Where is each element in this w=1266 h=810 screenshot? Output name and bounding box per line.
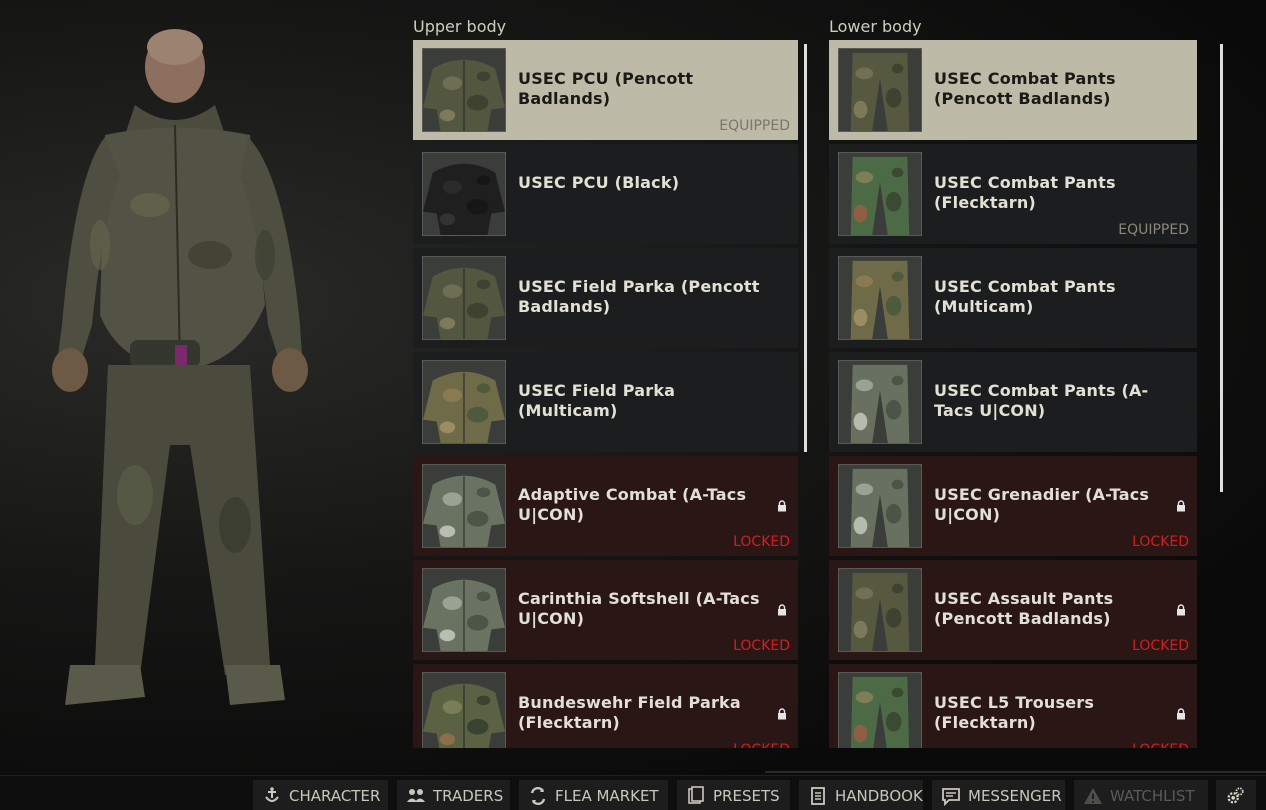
outfit-item[interactable]: USEC Combat Pants (Multicam): [829, 248, 1197, 348]
lock-icon: [777, 604, 787, 616]
outfit-item[interactable]: USEC PCU (Black): [413, 144, 798, 244]
lower-body-title: Lower body: [829, 17, 922, 36]
upper-body-title: Upper body: [413, 17, 507, 36]
locked-label: LOCKED: [733, 742, 790, 748]
locked-label: LOCKED: [733, 534, 790, 550]
outfit-thumbnail: [838, 464, 922, 548]
nav-label: TRADERS: [433, 786, 504, 805]
warning-icon: [1082, 785, 1104, 807]
upper-body-scrollbar[interactable]: [804, 44, 807, 452]
divider: [765, 771, 1266, 773]
nav-label: HANDBOOK: [835, 786, 923, 805]
outfit-thumbnail: [422, 48, 506, 132]
outfit-thumbnail: [838, 152, 922, 236]
lower-body-scrollbar[interactable]: [1220, 44, 1223, 492]
presets-icon: [685, 785, 707, 807]
locked-label: LOCKED: [733, 638, 790, 654]
outfit-name: Carinthia Softshell (A-Tacs U|CON): [518, 589, 760, 628]
outfit-name: USEC Field Parka (Multicam): [518, 381, 676, 420]
outfit-thumbnail: [422, 568, 506, 652]
equipped-label: EQUIPPED: [1118, 222, 1189, 238]
outfit-item[interactable]: USEC Grenadier (A-Tacs U|CON) LOCKED: [829, 456, 1197, 556]
outfit-item[interactable]: Carinthia Softshell (A-Tacs U|CON) LOCKED: [413, 560, 798, 660]
outfit-thumbnail: [838, 256, 922, 340]
outfit-thumbnail: [422, 464, 506, 548]
flea-market-icon: [527, 785, 549, 807]
outfit-item[interactable]: USEC Combat Pants (Pencott Badlands): [829, 40, 1197, 140]
gear-icon: [1224, 785, 1246, 807]
nav-label: MESSENGER: [968, 786, 1062, 805]
lock-icon: [777, 708, 787, 720]
nav-label: WATCHLIST: [1110, 786, 1195, 805]
locked-label: LOCKED: [1132, 742, 1189, 748]
upper-body-list: USEC PCU (Pencott Badlands) EQUIPPED USEC…: [413, 40, 808, 748]
handbook-icon: [807, 785, 829, 807]
nav-label: FLEA MARKET: [555, 786, 659, 805]
outfit-name: USEC PCU (Black): [518, 173, 680, 192]
nav-flea-market-button[interactable]: FLEA MARKET: [519, 780, 668, 810]
lock-icon: [1176, 500, 1186, 512]
lock-icon: [777, 500, 787, 512]
character-icon: [261, 785, 283, 807]
outfit-item[interactable]: USEC L5 Trousers (Flecktarn) LOCKED: [829, 664, 1197, 748]
outfit-item[interactable]: Bundeswehr Field Parka (Flecktarn) LOCKED: [413, 664, 798, 748]
character-model: [40, 25, 320, 715]
outfit-name: USEC Assault Pants (Pencott Badlands): [934, 589, 1114, 628]
outfit-name: Bundeswehr Field Parka (Flecktarn): [518, 693, 741, 732]
nav-handbook-button[interactable]: HANDBOOK: [799, 780, 923, 810]
outfit-thumbnail: [838, 360, 922, 444]
nav-watchlist-button[interactable]: WATCHLIST: [1074, 780, 1208, 810]
outfit-name: USEC Combat Pants (Flecktarn): [934, 173, 1116, 212]
settings-button[interactable]: [1216, 780, 1256, 810]
outfit-item[interactable]: USEC Combat Pants (Flecktarn) EQUIPPED: [829, 144, 1197, 244]
outfit-name: USEC Combat Pants (Pencott Badlands): [934, 69, 1116, 108]
outfit-thumbnail: [838, 672, 922, 748]
outfit-thumbnail: [422, 672, 506, 748]
lower-body-column: Lower body USEC Combat Pants (Pencott Ba…: [829, 14, 1224, 748]
nav-traders-button[interactable]: TRADERS: [397, 780, 510, 810]
nav-messenger-button[interactable]: MESSENGER: [932, 780, 1065, 810]
locked-label: LOCKED: [1132, 638, 1189, 654]
locked-label: LOCKED: [1132, 534, 1189, 550]
outfit-name: USEC Combat Pants (A-Tacs U|CON): [934, 381, 1149, 420]
bottom-navbar: CHARACTER TRADERS FLEA MARKET PRESETS HANDBO…: [0, 775, 1266, 810]
outfit-name: Adaptive Combat (A-Tacs U|CON): [518, 485, 747, 524]
lock-icon: [1176, 604, 1186, 616]
outfit-item[interactable]: USEC Field Parka (Multicam): [413, 352, 798, 452]
outfit-item[interactable]: USEC Combat Pants (A-Tacs U|CON): [829, 352, 1197, 452]
upper-body-column: Upper body USEC PCU (Pencott Badlands) EQ…: [413, 14, 808, 748]
outfit-name: USEC Combat Pants (Multicam): [934, 277, 1116, 316]
outfit-thumbnail: [422, 360, 506, 444]
outfit-item[interactable]: USEC PCU (Pencott Badlands) EQUIPPED: [413, 40, 798, 140]
nav-presets-button[interactable]: PRESETS: [677, 780, 790, 810]
outfit-item[interactable]: Adaptive Combat (A-Tacs U|CON) LOCKED: [413, 456, 798, 556]
character-screen: Upper body USEC PCU (Pencott Badlands) EQ…: [0, 0, 1266, 775]
outfit-thumbnail: [838, 568, 922, 652]
outfit-thumbnail: [422, 256, 506, 340]
outfit-name: USEC L5 Trousers (Flecktarn): [934, 693, 1095, 732]
lock-icon: [1176, 708, 1186, 720]
traders-icon: [405, 785, 427, 807]
outfit-name: USEC Field Parka (Pencott Badlands): [518, 277, 760, 316]
lower-body-list: USEC Combat Pants (Pencott Badlands) USE…: [829, 40, 1224, 748]
outfit-thumbnail: [422, 152, 506, 236]
outfit-name: USEC PCU (Pencott Badlands): [518, 69, 694, 108]
outfit-item[interactable]: USEC Field Parka (Pencott Badlands): [413, 248, 798, 348]
equipped-label: EQUIPPED: [719, 118, 790, 134]
nav-label: CHARACTER: [289, 786, 381, 805]
messenger-icon: [940, 785, 962, 807]
outfit-name: USEC Grenadier (A-Tacs U|CON): [934, 485, 1150, 524]
nav-label: PRESETS: [713, 786, 780, 805]
outfit-item[interactable]: USEC Assault Pants (Pencott Badlands) LOC…: [829, 560, 1197, 660]
outfit-thumbnail: [838, 48, 922, 132]
nav-character-button[interactable]: CHARACTER: [253, 780, 388, 810]
